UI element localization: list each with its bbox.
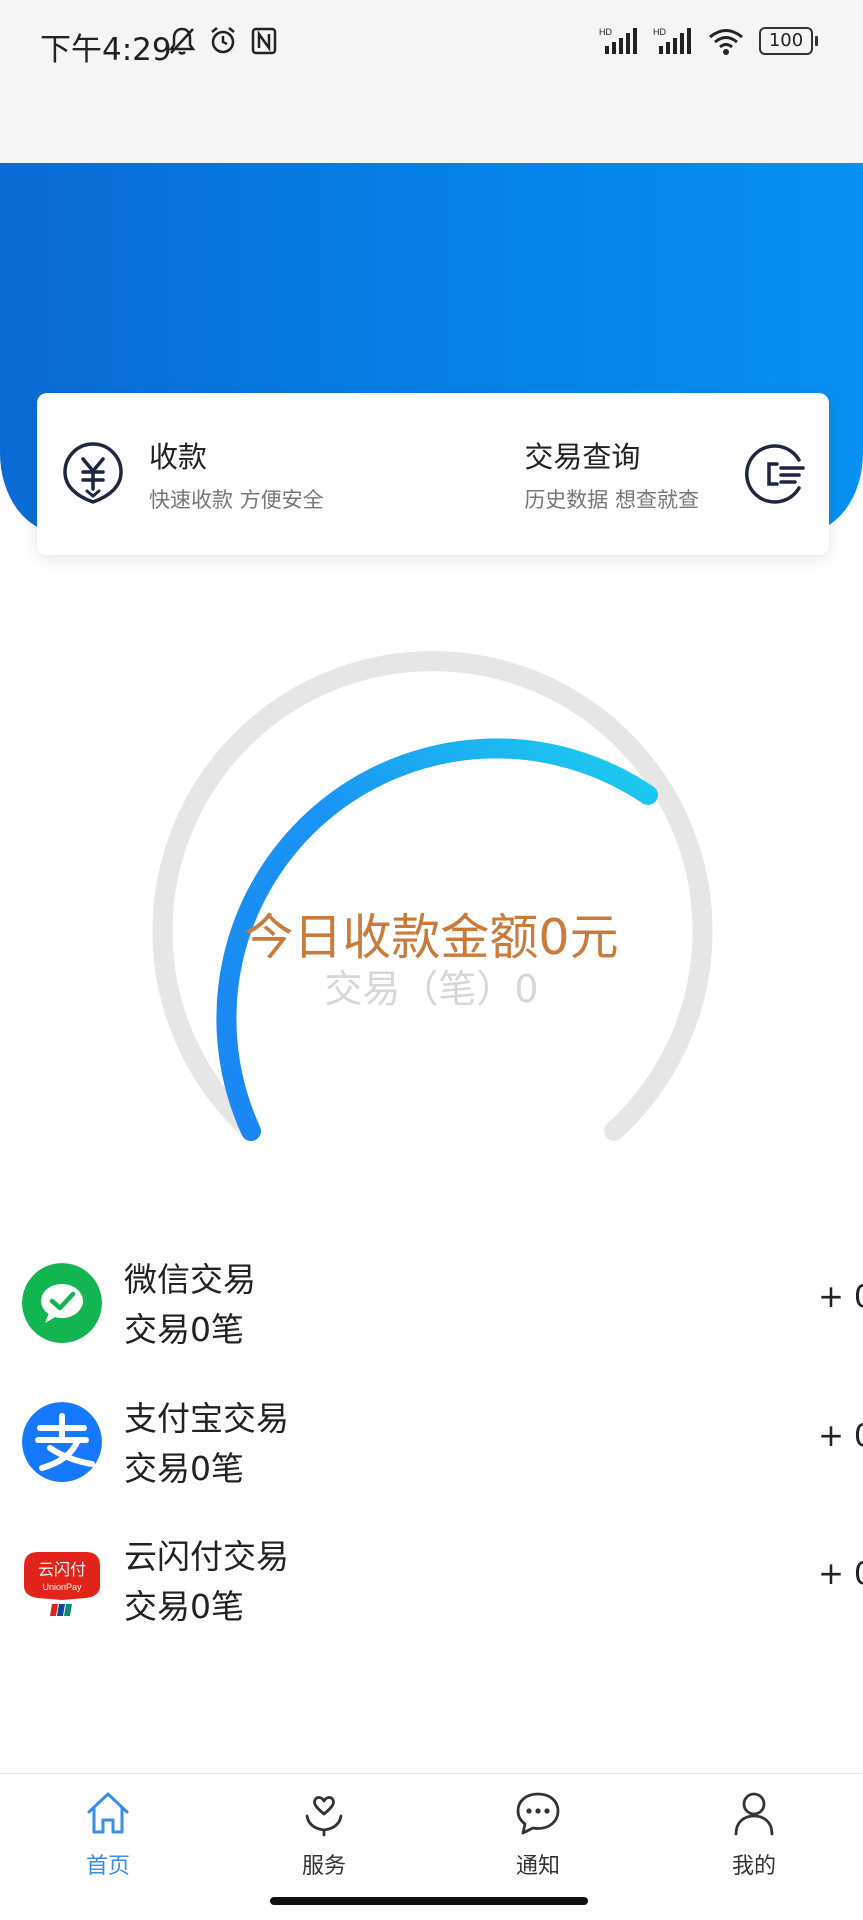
transaction-count: 交易0笔 [124, 1587, 244, 1626]
transaction-amount: + 0 [818, 1279, 863, 1315]
nav-service[interactable]: 服务 [244, 1788, 404, 1880]
chat-icon [516, 1792, 560, 1835]
collect-title: 收款 [149, 440, 208, 474]
transaction-amount: + 0 [818, 1556, 863, 1592]
nav-home[interactable]: 首页 [28, 1788, 188, 1880]
transaction-count: 交易0笔 [124, 1310, 244, 1349]
wifi-icon [709, 29, 743, 55]
income-gauge: 今日收款金额0元 交易（笔）0 [0, 640, 863, 1160]
status-bar: 下午4:29 HD HD 100 [0, 0, 863, 163]
nfc-icon [251, 27, 277, 55]
today-count: 交易（笔）0 [324, 967, 539, 1011]
yuan-icon [63, 442, 123, 504]
quick-actions-card: 收款 快速收款 方便安全 交易查询 历史数据 想查就查 [37, 393, 829, 555]
home-indicator[interactable] [270, 1897, 588, 1905]
status-right-icons: HD HD 100 [599, 26, 818, 56]
unionpay-icon: 云闪付 UnionPay [24, 1552, 100, 1616]
bell-off-icon [168, 27, 196, 55]
svg-text:HD: HD [653, 27, 666, 37]
service-icon [305, 1796, 343, 1837]
nav-label: 通知 [515, 1854, 560, 1879]
transaction-name: 微信交易 [124, 1260, 256, 1299]
user-icon [734, 1792, 774, 1836]
collect-button[interactable]: 收款 快速收款 方便安全 [61, 393, 324, 555]
home-icon [87, 1792, 129, 1834]
svg-text:云闪付: 云闪付 [38, 1560, 86, 1579]
wechat-icon [22, 1263, 102, 1343]
transaction-amount: + 0 [818, 1418, 863, 1454]
transaction-row-wechat[interactable]: 微信交易 交易0笔 + 0 [0, 1243, 863, 1363]
nav-label: 我的 [731, 1854, 776, 1879]
svg-text:UnionPay: UnionPay [42, 1582, 82, 1592]
transaction-name: 云闪付交易 [124, 1537, 289, 1576]
svg-text:HD: HD [599, 27, 612, 37]
query-subtitle: 历史数据 想查就查 [524, 488, 699, 512]
alarm-icon [211, 27, 235, 54]
status-left-icons [168, 26, 278, 56]
signal-icon: HD [599, 27, 637, 54]
transaction-name: 支付宝交易 [124, 1399, 289, 1438]
transaction-count: 交易0笔 [124, 1449, 244, 1488]
status-time: 下午4:29 [40, 32, 172, 68]
signal-icon: HD [653, 27, 691, 54]
transaction-row-unionpay[interactable]: 云闪付 UnionPay 云闪付交易 交易0笔 + 0 [0, 1520, 863, 1640]
nav-notifications[interactable]: 通知 [458, 1788, 618, 1880]
transaction-query-button[interactable]: 交易查询 历史数据 想查就查 [524, 393, 807, 555]
alipay-icon [22, 1402, 102, 1482]
gauge-track [152, 651, 713, 1141]
query-icon [745, 444, 805, 504]
battery-icon: 100 [759, 27, 818, 55]
nav-label: 首页 [85, 1854, 130, 1879]
query-title: 交易查询 [524, 440, 641, 474]
transaction-row-alipay[interactable]: 支付宝交易 交易0笔 + 0 [0, 1382, 863, 1502]
nav-label: 服务 [301, 1854, 346, 1879]
nav-profile[interactable]: 我的 [674, 1788, 834, 1880]
collect-subtitle: 快速收款 方便安全 [149, 488, 324, 512]
